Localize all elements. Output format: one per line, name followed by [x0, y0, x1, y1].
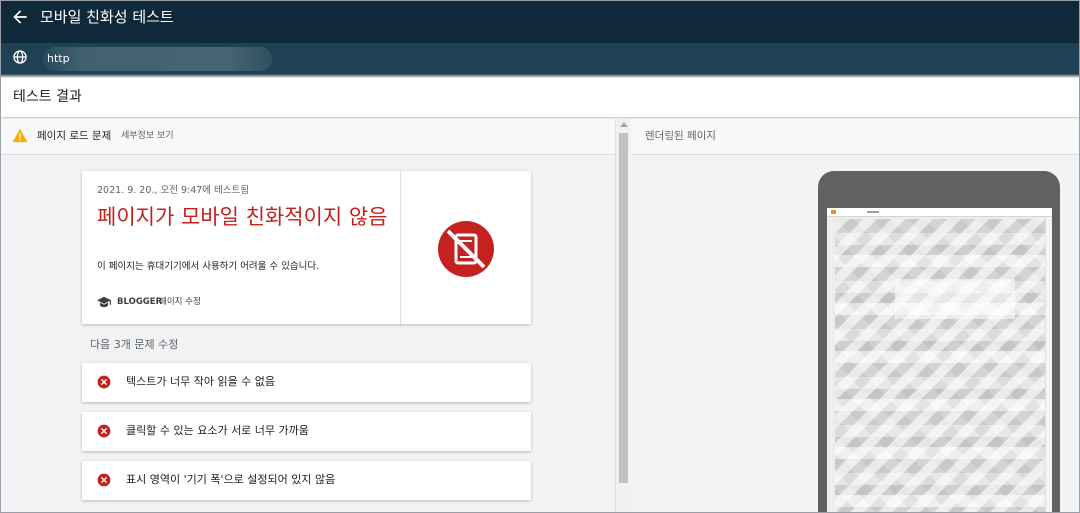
- error-circle-icon: [97, 375, 111, 389]
- preview-pane: 렌더링된 페이지: [631, 119, 1079, 512]
- mini-favicon: [831, 210, 836, 214]
- mini-address: [867, 211, 879, 213]
- view-details-link[interactable]: 세부정보 보기: [121, 130, 174, 143]
- blurred-content: [835, 219, 1045, 512]
- issue-item-label: 표시 영역이 '기기 폭'으로 설정되어 있지 않음: [126, 473, 336, 486]
- error-circle-icon: [97, 473, 111, 487]
- edit-page-link[interactable]: 페이지 수정: [159, 296, 201, 308]
- preview-header: 렌더링된 페이지: [631, 119, 1079, 155]
- scrollbar[interactable]: [615, 119, 631, 512]
- not-mobile-friendly-icon: [438, 221, 494, 277]
- scroll-up-arrow[interactable]: [620, 122, 628, 127]
- url-bar: http: [1, 43, 1079, 74]
- result-headline: 페이지가 모바일 친화적이지 않음: [97, 205, 388, 229]
- section-title: 테스트 결과: [13, 89, 82, 105]
- card-divider: [400, 171, 401, 324]
- issue-item[interactable]: 텍스트가 너무 작아 읽을 수 없음: [82, 363, 531, 402]
- error-circle-icon: [97, 424, 111, 438]
- app-title: 모바일 친화성 테스트: [40, 8, 174, 26]
- page-load-issue-label: 페이지 로드 문제: [37, 130, 112, 142]
- section-header: 테스트 결과: [1, 78, 1079, 117]
- result-card: 2021. 9. 20., 오전 9:47에 테스트됨 페이지가 모바일 친화적…: [82, 171, 531, 324]
- test-timestamp: 2021. 9. 20., 오전 9:47에 테스트됨: [97, 185, 250, 196]
- url-text: http: [47, 52, 70, 65]
- results-pane: 페이지 로드 문제 세부정보 보기 2021. 9. 20., 오전 9:47에…: [1, 119, 615, 512]
- url-input[interactable]: http: [43, 47, 272, 71]
- issue-item-label: 클릭할 수 있는 요소가 서로 너무 가까움: [126, 424, 309, 437]
- globe-icon: [13, 50, 27, 64]
- rendered-page-screenshot: [827, 208, 1052, 512]
- page-load-issue-bar: 페이지 로드 문제 세부정보 보기: [1, 119, 615, 155]
- graduation-cap-icon: [97, 296, 111, 308]
- result-description: 이 페이지는 휴대기기에서 사용하기 어려울 수 있습니다.: [97, 261, 320, 272]
- issue-item[interactable]: 표시 영역이 '기기 폭'으로 설정되어 있지 않음: [82, 461, 531, 500]
- issue-item-label: 텍스트가 너무 작아 읽을 수 없음: [126, 375, 276, 388]
- issue-item[interactable]: 클릭할 수 있는 요소가 서로 너무 가까움: [82, 412, 531, 451]
- phone-frame: [818, 171, 1060, 512]
- arrow-back-icon[interactable]: [10, 7, 30, 27]
- mini-browser-bar: [827, 208, 1052, 217]
- mini-scrollbar: [1045, 217, 1052, 512]
- app-window: 모바일 친화성 테스트 http 테스트 결과 페이지 로드 문제 세부정보 보…: [0, 0, 1080, 513]
- scrollbar-thumb[interactable]: [619, 133, 628, 483]
- preview-title: 렌더링된 페이지: [645, 130, 716, 142]
- fix-heading: 다음 3개 문제 수정: [90, 338, 179, 351]
- blurred-highlight: [895, 279, 1015, 319]
- warning-icon: [12, 128, 28, 143]
- platform-name: BLOGGER: [117, 297, 163, 307]
- app-header: 모바일 친화성 테스트: [1, 1, 1079, 43]
